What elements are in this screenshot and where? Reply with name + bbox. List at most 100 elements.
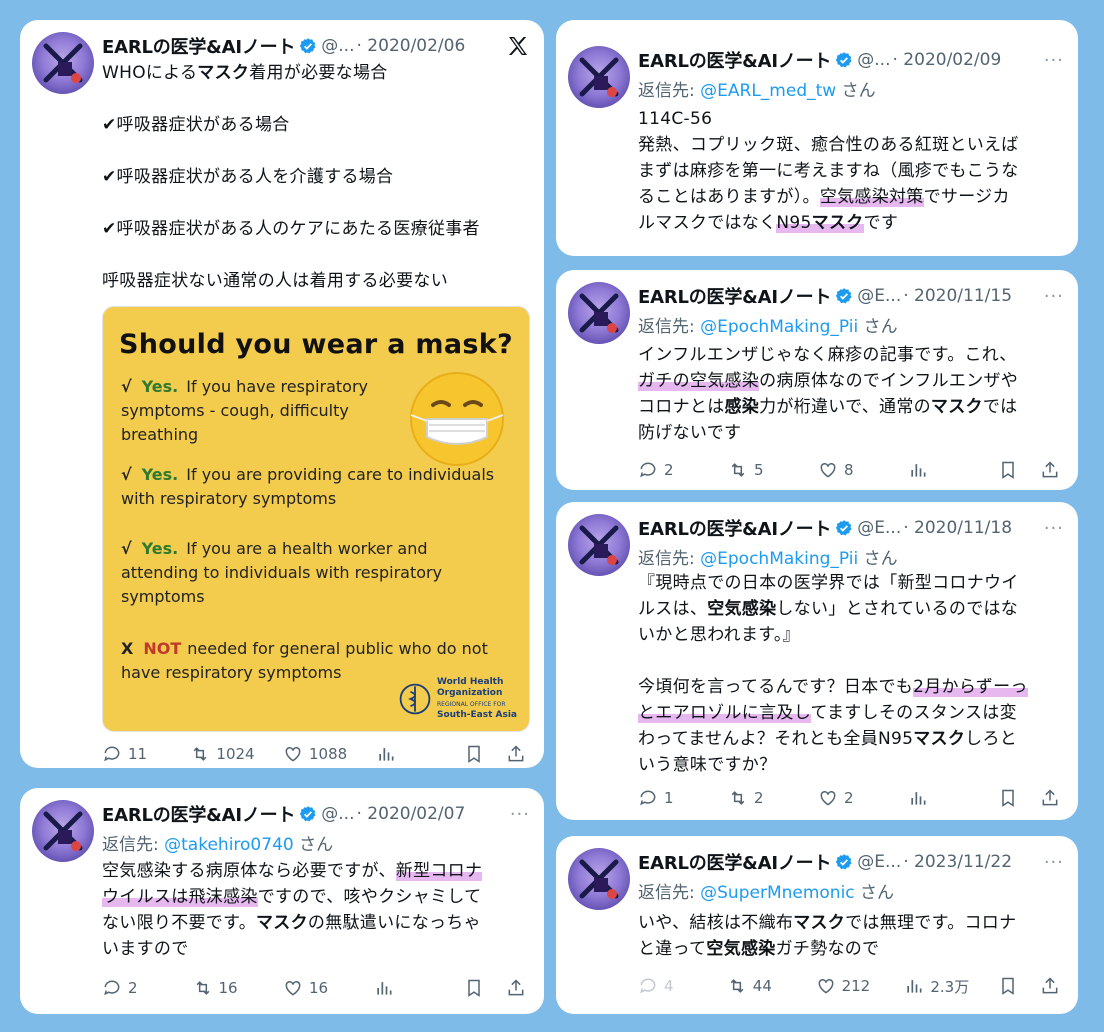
author-handle[interactable]: @E... — [857, 518, 901, 538]
views-button[interactable] — [908, 788, 968, 808]
verified-badge-icon — [836, 854, 852, 870]
reply-mention-link[interactable]: @EpochMaking_Pii — [700, 549, 858, 569]
tweet-card[interactable]: EARLの医学&AIノート @... · 2020/02/06 WHOによるマス… — [20, 20, 544, 768]
like-button[interactable]: 1088 — [283, 744, 347, 764]
avatar[interactable] — [32, 800, 94, 862]
views-icon — [911, 792, 926, 805]
avatar[interactable] — [568, 848, 630, 910]
like-button[interactable]: 2 — [818, 788, 878, 808]
tweet-card[interactable]: EARLの医学&AIノート @... · 2020/02/07 ··· 返信先:… — [20, 788, 544, 1014]
text-segment: ルスは、 — [638, 599, 708, 619]
bold-text: マスク — [793, 913, 846, 933]
share-icon[interactable] — [1040, 460, 1060, 480]
avatar[interactable] — [568, 514, 630, 576]
share-icon[interactable] — [506, 744, 526, 764]
more-icon[interactable]: ··· — [1044, 50, 1064, 71]
text-segment: ることはありますが）。 — [638, 187, 820, 207]
reply-mention-link[interactable]: @EARL_med_tw — [700, 81, 836, 101]
tweet-text-line: コロナとは感染力が桁違いで、通常のマスクでは — [638, 394, 1064, 420]
author-handle[interactable]: @E... — [857, 286, 901, 306]
tweet-text-line — [102, 86, 530, 112]
reply-button[interactable]: 11 — [102, 744, 162, 764]
reply-icon — [104, 980, 120, 996]
tweet-actions: 2 5 8 — [638, 458, 1060, 482]
reply-button[interactable]: 4 — [638, 976, 698, 996]
bookmark-icon[interactable] — [464, 978, 484, 998]
tweet-text: WHOによるマスク着用が必要な場合 ✔呼吸器症状がある場合 ✔呼吸器症状がある人を介… — [102, 60, 530, 294]
tweet-date[interactable]: · 2020/02/06 — [357, 36, 466, 56]
text-segment: ない限り不要です。 — [102, 913, 256, 933]
tweet-text-line: ✔呼吸器症状がある人を介護する場合 — [102, 164, 530, 190]
author-name[interactable]: EARLの医学&AIノート — [102, 33, 295, 59]
retweet-icon — [194, 747, 207, 761]
more-icon[interactable]: ··· — [1044, 286, 1064, 307]
retweet-button[interactable]: 5 — [728, 460, 788, 480]
like-button[interactable]: 8 — [818, 460, 878, 480]
tweet-card[interactable]: EARLの医学&AIノート @E... · 2020/11/18 ··· 返信先… — [556, 502, 1078, 820]
tweet-date[interactable]: · 2020/02/07 — [357, 804, 466, 824]
author-name[interactable]: EARLの医学&AIノート — [638, 47, 831, 73]
share-icon[interactable] — [1040, 788, 1060, 808]
verified-badge-icon — [836, 520, 852, 536]
author-name[interactable]: EARLの医学&AIノート — [102, 801, 295, 827]
views-button[interactable] — [908, 460, 968, 480]
tweet-text-line: ✔呼吸器症状がある場合 — [102, 112, 530, 138]
views-button[interactable] — [376, 744, 436, 764]
tweet-text-line: ルマスクではなくN95マスクです — [638, 210, 1064, 236]
text-segment: 防げないです — [638, 423, 742, 443]
reply-icon — [640, 790, 656, 806]
author-name[interactable]: EARLの医学&AIノート — [638, 283, 831, 309]
author-handle[interactable]: @... — [321, 36, 354, 56]
avatar[interactable] — [568, 282, 630, 344]
reply-mention-link[interactable]: @takehiro0740 — [164, 835, 294, 855]
like-button[interactable]: 212 — [816, 976, 876, 996]
tweet-date[interactable]: · 2020/02/09 — [893, 50, 1002, 70]
author-name[interactable]: EARLの医学&AIノート — [638, 849, 831, 875]
masked-face-icon — [410, 372, 504, 466]
text-segment: ガチ勢なので — [775, 939, 880, 959]
more-icon[interactable]: ··· — [1044, 852, 1064, 873]
bookmark-icon[interactable] — [998, 976, 1018, 996]
tweet-date[interactable]: · 2020/11/18 — [903, 518, 1012, 538]
bookmark-icon[interactable] — [464, 744, 484, 764]
retweet-button[interactable]: 2 — [728, 788, 788, 808]
author-handle[interactable]: @E... — [857, 852, 901, 872]
text-segment: いう意味ですか？ — [638, 755, 777, 775]
verified-badge-icon — [836, 288, 852, 304]
tweet-text-line: いや、結核は不織布マスクでは無理です。コロナ — [638, 910, 1064, 936]
retweet-button[interactable]: 1024 — [190, 744, 255, 764]
tweet-date[interactable]: · 2020/11/15 — [903, 286, 1012, 306]
author-name[interactable]: EARLの医学&AIノート — [638, 515, 831, 541]
reply-button[interactable]: 1 — [638, 788, 698, 808]
like-button[interactable]: 16 — [283, 978, 343, 998]
tweet-card[interactable]: EARLの医学&AIノート @E... · 2020/11/15 ··· 返信先… — [556, 270, 1078, 490]
tweet-card[interactable]: EARLの医学&AIノート @... · 2020/02/09 ··· 返信先:… — [556, 20, 1078, 256]
poster-title: Should you wear a mask? — [119, 329, 513, 360]
reply-button[interactable]: 2 — [102, 978, 162, 998]
more-icon[interactable]: ··· — [510, 804, 530, 825]
bookmark-icon[interactable] — [998, 788, 1018, 808]
retweet-icon — [730, 979, 744, 993]
retweet-button[interactable]: 16 — [193, 978, 253, 998]
tweet-date[interactable]: · 2023/11/22 — [903, 852, 1012, 872]
more-icon[interactable]: ··· — [1044, 518, 1064, 539]
reply-mention-link[interactable]: @EpochMaking_Pii — [700, 317, 858, 337]
retweet-button[interactable]: 44 — [727, 976, 787, 996]
tweet-text-line: WHOによるマスク着用が必要な場合 — [102, 60, 530, 86]
views-button[interactable]: 2.3万 — [904, 976, 969, 997]
reply-context: 返信先: @EARL_med_tw さん — [638, 81, 876, 101]
tweet-card[interactable]: EARLの医学&AIノート @E... · 2023/11/22 ··· 返信先… — [556, 836, 1078, 1014]
share-icon[interactable] — [506, 978, 526, 998]
views-button[interactable] — [374, 978, 434, 998]
avatar[interactable] — [568, 46, 630, 108]
author-handle[interactable]: @... — [321, 804, 354, 824]
embedded-image[interactable]: Should you wear a mask? √ Yes. If you have… — [102, 306, 530, 732]
author-handle[interactable]: @... — [857, 50, 890, 70]
share-icon[interactable] — [1040, 976, 1060, 996]
bookmark-icon[interactable] — [998, 460, 1018, 480]
avatar[interactable] — [32, 32, 94, 94]
reply-mention-link[interactable]: @SuperMnemonic — [700, 883, 855, 903]
reply-button[interactable]: 2 — [638, 460, 698, 480]
tweet-actions: 1 2 2 — [638, 786, 1060, 810]
text-segment: ✔呼吸器症状がある人のケアにあたる医療従事者 — [102, 219, 480, 239]
